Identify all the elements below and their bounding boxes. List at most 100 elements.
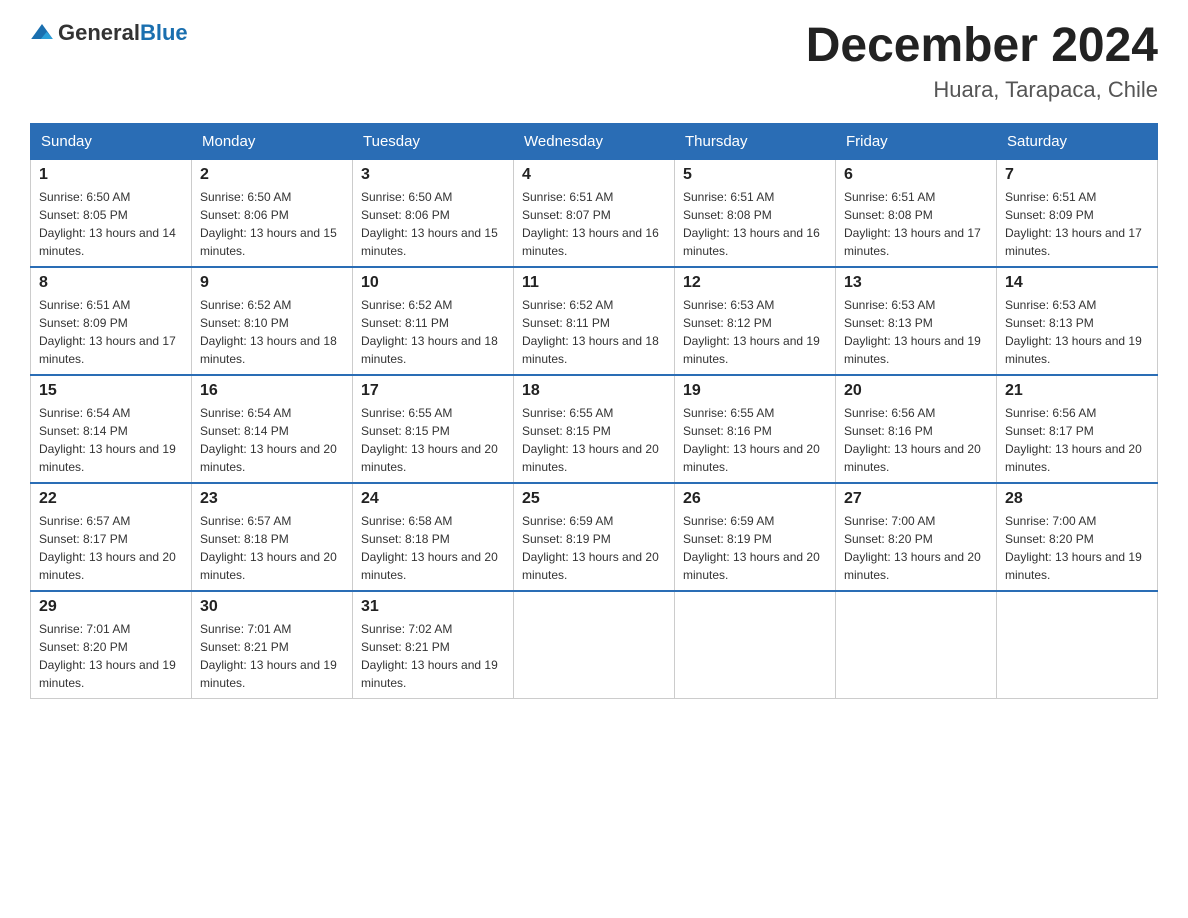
- day-info: Sunrise: 6:56 AM Sunset: 8:17 PM Dayligh…: [1005, 404, 1149, 476]
- column-header-tuesday: Tuesday: [353, 124, 514, 159]
- day-number: 15: [39, 382, 183, 400]
- day-number: 27: [844, 490, 988, 508]
- day-info: Sunrise: 6:55 AM Sunset: 8:15 PM Dayligh…: [522, 404, 666, 476]
- day-number: 21: [1005, 382, 1149, 400]
- calendar-cell: 1 Sunrise: 6:50 AM Sunset: 8:05 PM Dayli…: [31, 159, 192, 267]
- day-info: Sunrise: 6:54 AM Sunset: 8:14 PM Dayligh…: [200, 404, 344, 476]
- logo-icon: [30, 21, 54, 45]
- calendar-week-3: 15 Sunrise: 6:54 AM Sunset: 8:14 PM Dayl…: [31, 375, 1158, 483]
- day-info: Sunrise: 6:51 AM Sunset: 8:08 PM Dayligh…: [844, 188, 988, 260]
- calendar-cell: 3 Sunrise: 6:50 AM Sunset: 8:06 PM Dayli…: [353, 159, 514, 267]
- title-section: December 2024 Huara, Tarapaca, Chile: [806, 20, 1158, 103]
- day-number: 29: [39, 598, 183, 616]
- calendar-header-row: SundayMondayTuesdayWednesdayThursdayFrid…: [31, 124, 1158, 159]
- column-header-sunday: Sunday: [31, 124, 192, 159]
- calendar-cell: 20 Sunrise: 6:56 AM Sunset: 8:16 PM Dayl…: [836, 375, 997, 483]
- day-info: Sunrise: 6:52 AM Sunset: 8:11 PM Dayligh…: [522, 296, 666, 368]
- calendar-cell: 18 Sunrise: 6:55 AM Sunset: 8:15 PM Dayl…: [514, 375, 675, 483]
- calendar-cell: 17 Sunrise: 6:55 AM Sunset: 8:15 PM Dayl…: [353, 375, 514, 483]
- calendar-table: SundayMondayTuesdayWednesdayThursdayFrid…: [30, 123, 1158, 699]
- day-number: 1: [39, 166, 183, 184]
- calendar-week-1: 1 Sunrise: 6:50 AM Sunset: 8:05 PM Dayli…: [31, 159, 1158, 267]
- calendar-cell: 22 Sunrise: 6:57 AM Sunset: 8:17 PM Dayl…: [31, 483, 192, 591]
- day-number: 3: [361, 166, 505, 184]
- day-info: Sunrise: 6:53 AM Sunset: 8:13 PM Dayligh…: [844, 296, 988, 368]
- day-info: Sunrise: 6:50 AM Sunset: 8:05 PM Dayligh…: [39, 188, 183, 260]
- calendar-cell: 6 Sunrise: 6:51 AM Sunset: 8:08 PM Dayli…: [836, 159, 997, 267]
- day-number: 9: [200, 274, 344, 292]
- calendar-cell: [997, 591, 1158, 699]
- day-number: 6: [844, 166, 988, 184]
- calendar-cell: 15 Sunrise: 6:54 AM Sunset: 8:14 PM Dayl…: [31, 375, 192, 483]
- day-info: Sunrise: 6:57 AM Sunset: 8:18 PM Dayligh…: [200, 512, 344, 584]
- day-info: Sunrise: 6:59 AM Sunset: 8:19 PM Dayligh…: [683, 512, 827, 584]
- day-info: Sunrise: 6:51 AM Sunset: 8:09 PM Dayligh…: [1005, 188, 1149, 260]
- day-number: 31: [361, 598, 505, 616]
- calendar-cell: 23 Sunrise: 6:57 AM Sunset: 8:18 PM Dayl…: [192, 483, 353, 591]
- day-info: Sunrise: 6:50 AM Sunset: 8:06 PM Dayligh…: [361, 188, 505, 260]
- calendar-cell: 24 Sunrise: 6:58 AM Sunset: 8:18 PM Dayl…: [353, 483, 514, 591]
- day-number: 28: [1005, 490, 1149, 508]
- day-number: 20: [844, 382, 988, 400]
- calendar-cell: 9 Sunrise: 6:52 AM Sunset: 8:10 PM Dayli…: [192, 267, 353, 375]
- calendar-cell: 12 Sunrise: 6:53 AM Sunset: 8:12 PM Dayl…: [675, 267, 836, 375]
- calendar-cell: 2 Sunrise: 6:50 AM Sunset: 8:06 PM Dayli…: [192, 159, 353, 267]
- day-number: 30: [200, 598, 344, 616]
- day-info: Sunrise: 6:53 AM Sunset: 8:13 PM Dayligh…: [1005, 296, 1149, 368]
- logo-text-general: General: [58, 20, 140, 45]
- logo-text-blue: Blue: [140, 20, 188, 45]
- calendar-cell: 16 Sunrise: 6:54 AM Sunset: 8:14 PM Dayl…: [192, 375, 353, 483]
- day-info: Sunrise: 6:52 AM Sunset: 8:11 PM Dayligh…: [361, 296, 505, 368]
- calendar-week-4: 22 Sunrise: 6:57 AM Sunset: 8:17 PM Dayl…: [31, 483, 1158, 591]
- calendar-cell: 19 Sunrise: 6:55 AM Sunset: 8:16 PM Dayl…: [675, 375, 836, 483]
- day-info: Sunrise: 6:52 AM Sunset: 8:10 PM Dayligh…: [200, 296, 344, 368]
- day-number: 11: [522, 274, 666, 292]
- day-info: Sunrise: 6:51 AM Sunset: 8:09 PM Dayligh…: [39, 296, 183, 368]
- day-number: 8: [39, 274, 183, 292]
- day-number: 24: [361, 490, 505, 508]
- day-info: Sunrise: 6:51 AM Sunset: 8:07 PM Dayligh…: [522, 188, 666, 260]
- day-number: 26: [683, 490, 827, 508]
- day-info: Sunrise: 6:58 AM Sunset: 8:18 PM Dayligh…: [361, 512, 505, 584]
- calendar-cell: 4 Sunrise: 6:51 AM Sunset: 8:07 PM Dayli…: [514, 159, 675, 267]
- day-info: Sunrise: 6:50 AM Sunset: 8:06 PM Dayligh…: [200, 188, 344, 260]
- day-info: Sunrise: 7:00 AM Sunset: 8:20 PM Dayligh…: [844, 512, 988, 584]
- day-info: Sunrise: 6:56 AM Sunset: 8:16 PM Dayligh…: [844, 404, 988, 476]
- calendar-week-5: 29 Sunrise: 7:01 AM Sunset: 8:20 PM Dayl…: [31, 591, 1158, 699]
- calendar-cell: 25 Sunrise: 6:59 AM Sunset: 8:19 PM Dayl…: [514, 483, 675, 591]
- day-number: 2: [200, 166, 344, 184]
- day-number: 12: [683, 274, 827, 292]
- calendar-cell: 26 Sunrise: 6:59 AM Sunset: 8:19 PM Dayl…: [675, 483, 836, 591]
- calendar-cell: [675, 591, 836, 699]
- calendar-cell: 21 Sunrise: 6:56 AM Sunset: 8:17 PM Dayl…: [997, 375, 1158, 483]
- day-info: Sunrise: 7:01 AM Sunset: 8:20 PM Dayligh…: [39, 620, 183, 692]
- page-subtitle: Huara, Tarapaca, Chile: [806, 77, 1158, 103]
- column-header-thursday: Thursday: [675, 124, 836, 159]
- day-info: Sunrise: 7:02 AM Sunset: 8:21 PM Dayligh…: [361, 620, 505, 692]
- day-info: Sunrise: 6:51 AM Sunset: 8:08 PM Dayligh…: [683, 188, 827, 260]
- day-info: Sunrise: 6:54 AM Sunset: 8:14 PM Dayligh…: [39, 404, 183, 476]
- column-header-saturday: Saturday: [997, 124, 1158, 159]
- calendar-cell: 28 Sunrise: 7:00 AM Sunset: 8:20 PM Dayl…: [997, 483, 1158, 591]
- logo: GeneralBlue: [30, 20, 188, 46]
- calendar-cell: [836, 591, 997, 699]
- column-header-friday: Friday: [836, 124, 997, 159]
- day-info: Sunrise: 6:55 AM Sunset: 8:16 PM Dayligh…: [683, 404, 827, 476]
- day-info: Sunrise: 7:00 AM Sunset: 8:20 PM Dayligh…: [1005, 512, 1149, 584]
- day-number: 5: [683, 166, 827, 184]
- day-info: Sunrise: 6:55 AM Sunset: 8:15 PM Dayligh…: [361, 404, 505, 476]
- day-number: 19: [683, 382, 827, 400]
- day-number: 23: [200, 490, 344, 508]
- calendar-cell: 29 Sunrise: 7:01 AM Sunset: 8:20 PM Dayl…: [31, 591, 192, 699]
- day-number: 16: [200, 382, 344, 400]
- day-number: 25: [522, 490, 666, 508]
- day-number: 10: [361, 274, 505, 292]
- day-info: Sunrise: 6:57 AM Sunset: 8:17 PM Dayligh…: [39, 512, 183, 584]
- calendar-cell: 5 Sunrise: 6:51 AM Sunset: 8:08 PM Dayli…: [675, 159, 836, 267]
- calendar-cell: 30 Sunrise: 7:01 AM Sunset: 8:21 PM Dayl…: [192, 591, 353, 699]
- calendar-cell: 10 Sunrise: 6:52 AM Sunset: 8:11 PM Dayl…: [353, 267, 514, 375]
- page-title: December 2024: [806, 20, 1158, 73]
- day-info: Sunrise: 6:59 AM Sunset: 8:19 PM Dayligh…: [522, 512, 666, 584]
- calendar-cell: 11 Sunrise: 6:52 AM Sunset: 8:11 PM Dayl…: [514, 267, 675, 375]
- day-number: 13: [844, 274, 988, 292]
